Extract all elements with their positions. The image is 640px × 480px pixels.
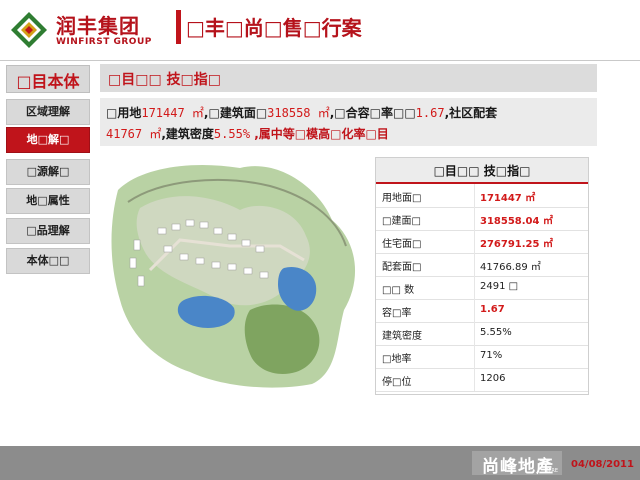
metrics-table: □目□□ 技□指□ 用地面□ 171447 ㎡ □建面□ 318558.04 ㎡ 住… <box>375 157 589 395</box>
section-title-bar: □目□□ 技□指□ <box>100 64 597 92</box>
metric-row: 建筑密度 5.55% <box>376 322 588 346</box>
sidebar-item-site-attributes[interactable]: 地□属性 <box>6 188 90 214</box>
title-accent-bar <box>176 10 181 44</box>
brand-name-en: WINFIRST GROUP <box>56 37 152 47</box>
metrics-table-title: □目□□ 技□指□ <box>433 164 531 178</box>
metric-row: 住宅面□ 276791.25 ㎡ <box>376 230 588 254</box>
summary-line-2: 41767 ㎡,建筑密度5.55% ,属中等□模高□化率□目 <box>106 127 389 141</box>
sidebar-item-resources[interactable]: □源解□ <box>6 159 90 185</box>
footer-brand-en: SFRE <box>545 468 558 474</box>
sidebar-item-region[interactable]: 区域理解 <box>6 99 90 125</box>
site-masterplan-map <box>100 150 370 395</box>
footer-brand-name: 尚峰地產 <box>482 457 554 477</box>
section-title: □目□□ 技□指□ <box>108 72 222 88</box>
header: 润丰集团 WINFIRST GROUP □丰□尚□售□行案 <box>0 0 640 58</box>
page-title: □丰□尚□售□行案 <box>186 16 362 40</box>
sidebar-header: □目本体 <box>6 65 90 93</box>
metric-row: 用地面□ 171447 ㎡ <box>376 184 588 208</box>
summary-line-1: □用地171447 ㎡,□建筑面□318558 ㎡,□合容□率□□1.67,社区… <box>106 106 498 120</box>
project-summary: □用地171447 ㎡,□建筑面□318558 ㎡,□合容□率□□1.67,社区… <box>100 98 597 146</box>
footer-date: 04/08/2011 <box>571 459 634 470</box>
metric-row: □地率 71% <box>376 345 588 369</box>
masterplan-image <box>111 164 356 388</box>
sidebar-header-label: □目本体 <box>16 72 80 91</box>
sidebar-item-product[interactable]: □品理解 <box>6 218 90 244</box>
metric-row: □建面□ 318558.04 ㎡ <box>376 207 588 231</box>
header-divider <box>0 60 640 61</box>
footer-brand-logo: 尚峰地產 SFRE <box>472 451 562 477</box>
metric-row: 配套面□ 41766.89 ㎡ <box>376 253 588 277</box>
sidebar-item-site-analysis[interactable]: 地□解□ <box>6 127 90 153</box>
winfirst-logo-icon <box>11 12 47 48</box>
metric-row: 容□率 1.67 <box>376 299 588 323</box>
brand-name-cn: 润丰集团 <box>56 14 140 38</box>
metric-row: 停□位 1206 <box>376 368 588 392</box>
metric-row: □□ 数 2491 □ <box>376 276 588 300</box>
metrics-table-header: □目□□ 技□指□ <box>376 158 588 184</box>
sidebar-item-project-core[interactable]: 本体□□ <box>6 248 90 274</box>
